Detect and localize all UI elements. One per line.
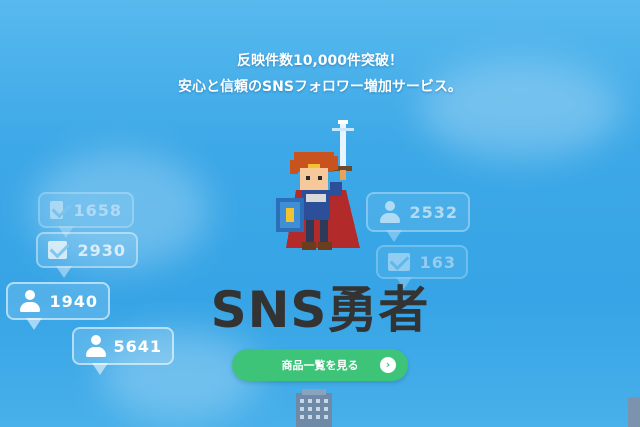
bubble-count: 2930 — [77, 240, 126, 260]
notification-bubble: 2930 — [36, 232, 138, 278]
headline-line-1: 反映件数10,000件突破！ — [236, 53, 404, 69]
bubble-count: 2532 — [409, 202, 458, 222]
bubble-count: 1658 — [73, 200, 122, 220]
bubble-count: 163 — [419, 252, 456, 272]
mail-icon — [388, 253, 410, 271]
chevron-right-icon: › — [380, 357, 396, 373]
notification-bubble: 1658 — [38, 192, 134, 238]
headline: 反映件数10,000件突破！ 安心と信頼のSNSフォロワー増加サービス。 — [0, 48, 640, 100]
hero-character — [276, 120, 360, 250]
building-illustration — [628, 397, 640, 427]
mail-icon — [50, 201, 64, 219]
page-title: SNS勇者 — [210, 281, 430, 339]
mail-icon — [48, 241, 68, 259]
headline-line-2: 安心と信頼のSNSフォロワー増加サービス。 — [178, 79, 462, 95]
product-list-button-label: 商品一覧を見る — [281, 359, 359, 372]
user-icon — [378, 200, 401, 224]
building-illustration — [296, 389, 332, 427]
notification-bubble: 2532 — [366, 192, 470, 242]
product-list-button[interactable]: 商品一覧を見る › — [232, 349, 408, 381]
